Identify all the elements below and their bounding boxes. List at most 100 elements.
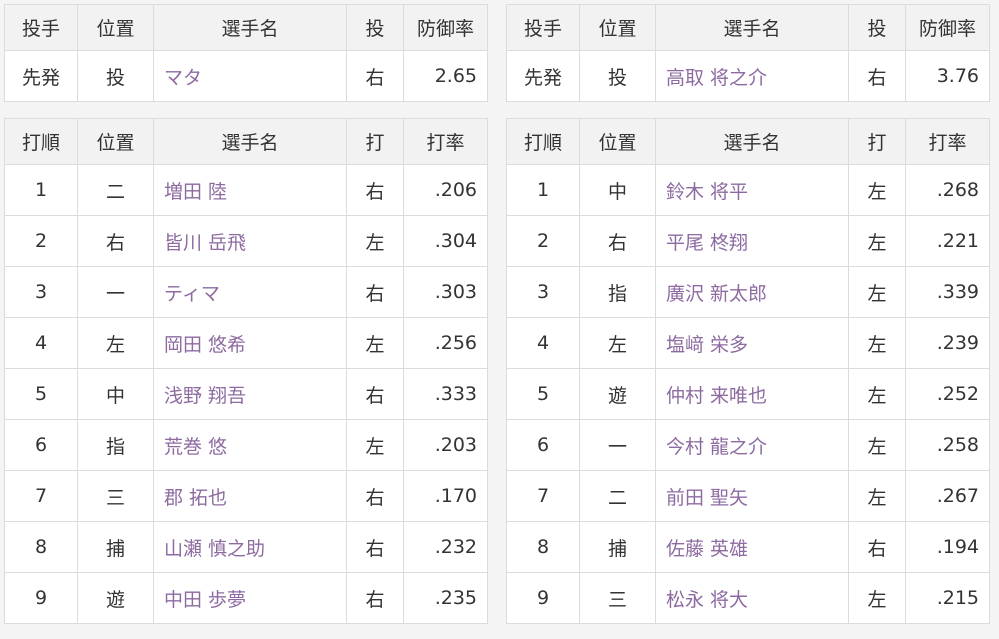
table-header-row: 打順 位置 選手名 打 打率: [506, 118, 990, 165]
position: 指: [77, 419, 154, 471]
position: 右: [579, 215, 656, 267]
batting-order: 5: [506, 368, 580, 420]
player-name-link[interactable]: 皆川 岳飛: [153, 215, 347, 267]
bats: 左: [346, 215, 404, 267]
player-name-link[interactable]: 荒巻 悠: [153, 419, 347, 471]
bats: 右: [346, 521, 404, 573]
batting-average: .339: [905, 266, 990, 318]
bats: 右: [848, 521, 906, 573]
table-row: 9 三松永 将大左 .215: [506, 572, 990, 624]
player-name-link[interactable]: ティマ: [153, 266, 347, 318]
bats: 右: [346, 368, 404, 420]
pitcher-name-link[interactable]: 高取 将之介: [655, 50, 849, 102]
bats: 右: [346, 164, 404, 216]
player-name-link[interactable]: 松永 将大: [655, 572, 849, 624]
player-name-link[interactable]: 郡 拓也: [153, 470, 347, 522]
position: 一: [579, 419, 656, 471]
position: 右: [77, 215, 154, 267]
batting-average: .215: [905, 572, 990, 624]
player-name-link[interactable]: 前田 聖矢: [655, 470, 849, 522]
player-name-link[interactable]: 今村 龍之介: [655, 419, 849, 471]
position: 捕: [579, 521, 656, 573]
table-row: 8 捕山瀬 慎之助右 .232: [4, 521, 488, 573]
player-name-link[interactable]: 岡田 悠希: [153, 317, 347, 369]
table-row: 9 遊中田 歩夢右 .235: [4, 572, 488, 624]
position: 遊: [77, 572, 154, 624]
col-header-batting-order: 打順: [4, 118, 78, 165]
pitcher-position: 投: [77, 50, 154, 102]
col-header-era: 防御率: [403, 4, 488, 51]
batting-average: .206: [403, 164, 488, 216]
batting-order: 2: [4, 215, 78, 267]
col-header-player-name: 選手名: [153, 118, 347, 165]
position: 二: [77, 164, 154, 216]
batting-average: .303: [403, 266, 488, 318]
col-header-position: 位置: [77, 118, 154, 165]
table-row: 1 中鈴木 将平左 .268: [506, 164, 990, 216]
pitcher-row: 先発 投 高取 将之介 右 3.76: [506, 50, 990, 102]
batting-order: 4: [4, 317, 78, 369]
pitcher-role: 先発: [4, 50, 78, 102]
player-name-link[interactable]: 佐藤 英雄: [655, 521, 849, 573]
player-name-link[interactable]: 増田 陸: [153, 164, 347, 216]
position: 三: [77, 470, 154, 522]
away-lineup-table: 打順 位置 選手名 打 打率 1 中鈴木 将平左 .268 2 右平尾 柊翔左 .221…: [506, 118, 990, 624]
away-pitcher-table: 投手 位置 選手名 投 防御率 先発 投 高取 将之介 右 3.76: [506, 4, 990, 102]
player-name-link[interactable]: 平尾 柊翔: [655, 215, 849, 267]
batting-average: .304: [403, 215, 488, 267]
batting-average: .194: [905, 521, 990, 573]
col-header-player-name: 選手名: [655, 4, 849, 51]
position: 中: [77, 368, 154, 420]
table-row: 2 右皆川 岳飛左 .304: [4, 215, 488, 267]
player-name-link[interactable]: 廣沢 新太郎: [655, 266, 849, 318]
player-name-link[interactable]: 塩﨑 栄多: [655, 317, 849, 369]
col-header-bats: 打: [848, 118, 906, 165]
batting-average: .252: [905, 368, 990, 420]
batting-average: .256: [403, 317, 488, 369]
table-row: 5 中浅野 翔吾右 .333: [4, 368, 488, 420]
batting-order: 7: [506, 470, 580, 522]
player-name-link[interactable]: 中田 歩夢: [153, 572, 347, 624]
batting-order: 6: [506, 419, 580, 471]
position: 捕: [77, 521, 154, 573]
batting-order: 9: [506, 572, 580, 624]
batting-average: .221: [905, 215, 990, 267]
batting-order: 8: [4, 521, 78, 573]
position: 二: [579, 470, 656, 522]
table-row: 8 捕佐藤 英雄右 .194: [506, 521, 990, 573]
position: 遊: [579, 368, 656, 420]
table-row: 4 左岡田 悠希左 .256: [4, 317, 488, 369]
pitcher-name-link[interactable]: マタ: [153, 50, 347, 102]
table-header-row: 投手 位置 選手名 投 防御率: [506, 4, 990, 51]
table-row: 5 遊仲村 来唯也左 .252: [506, 368, 990, 420]
batting-average: .239: [905, 317, 990, 369]
table-row: 3 一ティマ右 .303: [4, 266, 488, 318]
col-header-batting-order: 打順: [506, 118, 580, 165]
table-row: 4 左塩﨑 栄多左 .239: [506, 317, 990, 369]
col-header-role: 投手: [4, 4, 78, 51]
batting-average: .203: [403, 419, 488, 471]
batting-order: 9: [4, 572, 78, 624]
player-name-link[interactable]: 仲村 来唯也: [655, 368, 849, 420]
batting-average: .268: [905, 164, 990, 216]
col-header-player-name: 選手名: [655, 118, 849, 165]
pitcher-era: 2.65: [403, 50, 488, 102]
pitcher-row: 先発 投 マタ 右 2.65: [4, 50, 488, 102]
player-name-link[interactable]: 鈴木 将平: [655, 164, 849, 216]
batting-order: 1: [4, 164, 78, 216]
bats: 左: [848, 368, 906, 420]
home-pitcher-table: 投手 位置 選手名 投 防御率 先発 投 マタ 右 2.65: [4, 4, 488, 102]
table-row: 1 二増田 陸右 .206: [4, 164, 488, 216]
position: 指: [579, 266, 656, 318]
bats: 左: [848, 419, 906, 471]
bats: 左: [848, 470, 906, 522]
col-header-throws: 投: [346, 4, 404, 51]
batting-average: .232: [403, 521, 488, 573]
player-name-link[interactable]: 浅野 翔吾: [153, 368, 347, 420]
col-header-throws: 投: [848, 4, 906, 51]
pitcher-hand: 右: [848, 50, 906, 102]
bats: 左: [848, 164, 906, 216]
player-name-link[interactable]: 山瀬 慎之助: [153, 521, 347, 573]
table-row: 6 一今村 龍之介左 .258: [506, 419, 990, 471]
table-row: 7 二前田 聖矢左 .267: [506, 470, 990, 522]
